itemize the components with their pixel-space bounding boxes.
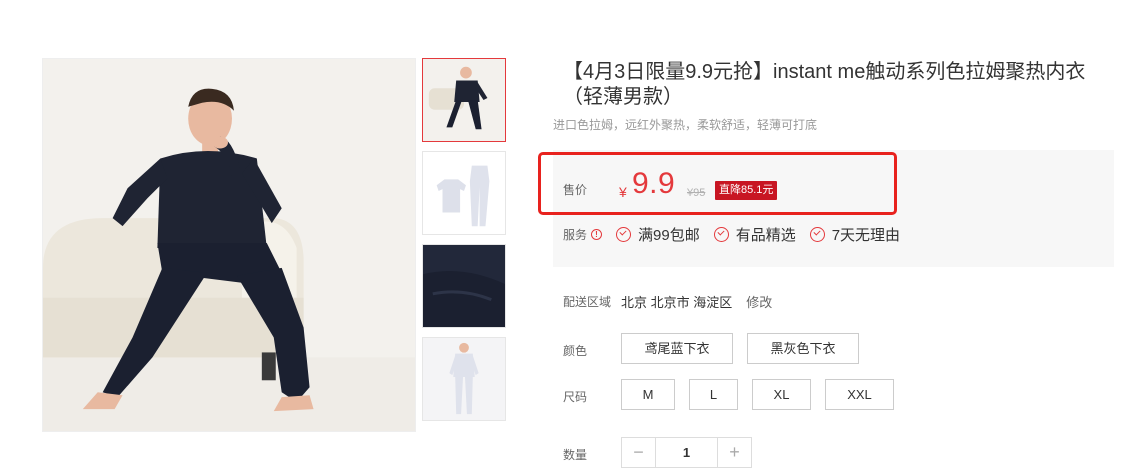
- service-item-returns: 7天无理由: [809, 224, 901, 245]
- original-price: ¥95: [687, 187, 706, 199]
- color-label: 颜色: [563, 344, 588, 358]
- thumbnail-3[interactable]: [422, 244, 506, 328]
- check-circle-icon: [809, 227, 825, 242]
- info-circle-icon[interactable]: !: [591, 229, 603, 240]
- price-currency: ¥: [619, 184, 627, 200]
- check-circle-icon: [616, 227, 632, 242]
- size-option-m[interactable]: M: [621, 379, 675, 410]
- thumbnail-4[interactable]: [422, 337, 506, 421]
- quantity-input[interactable]: [655, 438, 718, 467]
- price-label: 售价: [563, 183, 588, 197]
- color-option-iris-blue[interactable]: 鸢尾蓝下衣: [621, 333, 733, 364]
- service-item-free-shipping: 满99包邮: [616, 224, 700, 245]
- quantity-label: 数量: [563, 448, 588, 462]
- size-option-l[interactable]: L: [689, 379, 738, 410]
- quantity-decrease-button[interactable]: −: [622, 438, 655, 467]
- product-subtitle: 进口色拉姆，远红外聚热，柔软舒适，轻薄可打底: [553, 118, 818, 132]
- product-title: 【4月3日限量9.9元抢】instant me触动系列色拉姆聚热内衣（轻薄男款）: [563, 61, 1086, 108]
- delivery-edit-link[interactable]: 修改: [746, 292, 772, 311]
- service-row: 服务 ! 满99包邮 有品精选 7天无理由: [563, 224, 900, 245]
- color-option-black-gray[interactable]: 黑灰色下衣: [747, 333, 859, 364]
- thumbnail-list: [422, 58, 508, 430]
- size-option-xxl[interactable]: XXL: [825, 379, 894, 410]
- main-product-image: [42, 58, 416, 432]
- delivery-row: 配送区域 北京 北京市 海淀区 修改: [563, 292, 772, 311]
- check-circle-icon: [713, 227, 729, 242]
- service-item-selected: 有品精选: [713, 224, 796, 245]
- service-item-label: 7天无理由: [831, 227, 901, 244]
- size-label: 尺码: [563, 390, 588, 404]
- thumbnail-1[interactable]: [422, 58, 506, 142]
- price-drop-badge: 直降85.1元: [715, 181, 778, 200]
- price-panel: 售价 ¥ 9.9 ¥95 直降85.1元 服务 ! 满99包邮 有品精选 7天无…: [553, 150, 1114, 267]
- service-item-label: 满99包邮: [638, 227, 700, 244]
- size-option-xl[interactable]: XL: [752, 379, 811, 410]
- quantity-increase-button[interactable]: +: [718, 438, 751, 467]
- quantity-stepper: − +: [621, 437, 752, 468]
- service-item-label: 有品精选: [735, 227, 796, 244]
- thumbnail-2[interactable]: [422, 151, 506, 235]
- price-value: 9.9: [632, 167, 676, 200]
- delivery-location[interactable]: 北京 北京市 海淀区: [621, 292, 732, 311]
- service-label: 服务: [563, 228, 588, 242]
- delivery-label: 配送区域: [563, 295, 612, 309]
